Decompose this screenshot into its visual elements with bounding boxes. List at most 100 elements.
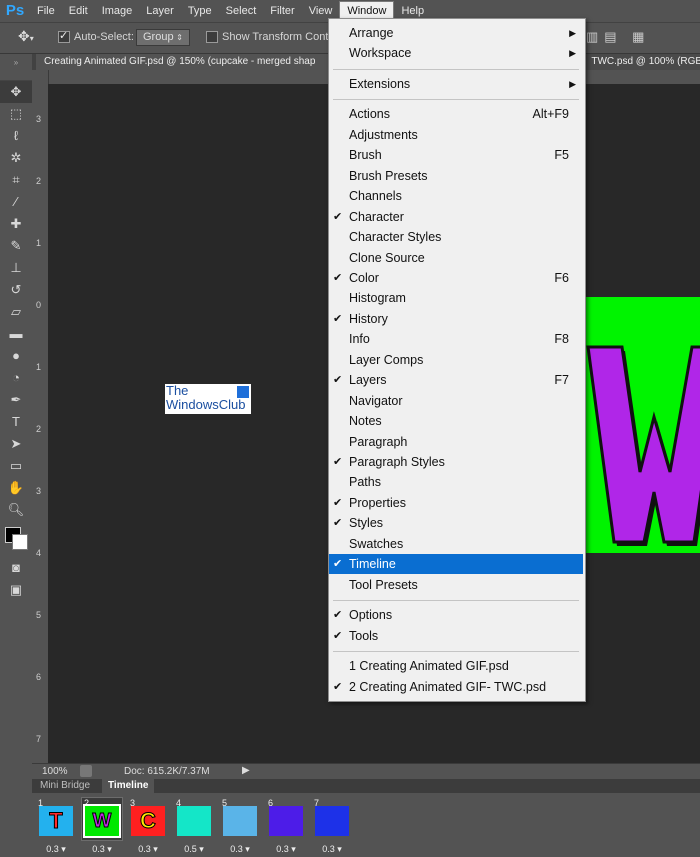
- frame-delay[interactable]: 0.3 ▾: [36, 844, 76, 855]
- clone-stamp-tool-icon[interactable]: ⊥: [0, 257, 32, 279]
- auto-select-dropdown[interactable]: Group ⇕: [136, 29, 190, 46]
- frame-thumbnail: [269, 806, 303, 836]
- window-menu-item-workspace[interactable]: Workspace ▶: [329, 43, 583, 63]
- eraser-tool-icon[interactable]: ▱: [0, 301, 32, 323]
- window-menu-item-swatches[interactable]: Swatches: [329, 534, 583, 554]
- zoom-tool-icon[interactable]: 🔍︎: [0, 499, 32, 521]
- tab-mini-bridge[interactable]: Mini Bridge: [34, 779, 96, 793]
- screen-mode-icon[interactable]: ▣: [0, 579, 32, 601]
- show-transform-checkbox[interactable]: [206, 31, 218, 44]
- pen-tool-icon[interactable]: ✒: [0, 389, 32, 411]
- status-menu-icon[interactable]: [80, 765, 92, 777]
- frame-delay-value: 0.3: [46, 844, 59, 854]
- window-menu-item-options[interactable]: ✔ Options: [329, 605, 583, 625]
- toolbox-collapse-icon[interactable]: »: [0, 54, 32, 81]
- window-menu-item-history[interactable]: ✔ History: [329, 309, 583, 329]
- window-menu-item-extensions[interactable]: Extensions ▶: [329, 74, 583, 94]
- move-tool-preset-icon[interactable]: ✥▾: [18, 28, 34, 45]
- window-menu-item-properties[interactable]: ✔ Properties: [329, 493, 583, 513]
- auto-select-checkbox[interactable]: [58, 29, 70, 44]
- gradient-tool-icon[interactable]: ▬: [0, 323, 32, 345]
- zoom-level[interactable]: 100%: [42, 766, 68, 777]
- status-arrow-icon[interactable]: ▶: [242, 765, 250, 776]
- window-menu-item-arrange[interactable]: Arrange ▶: [329, 23, 583, 43]
- menu-select[interactable]: Select: [219, 0, 264, 22]
- timeline-frame[interactable]: 5 0.3 ▾: [220, 798, 260, 854]
- shape-tool-icon[interactable]: ▭: [0, 455, 32, 477]
- eyedropper-tool-icon[interactable]: ⁄: [0, 191, 32, 213]
- move-tool-icon[interactable]: ✥: [0, 81, 32, 103]
- artwork-letter-w: [582, 297, 700, 553]
- blur-tool-icon[interactable]: ●: [0, 345, 32, 367]
- frame-delay[interactable]: 0.3 ▾: [312, 844, 352, 855]
- background-color-swatch[interactable]: [12, 534, 28, 550]
- healing-brush-tool-icon[interactable]: ✚: [0, 213, 32, 235]
- menu-type[interactable]: Type: [181, 0, 219, 22]
- window-menu-item-paths[interactable]: Paths: [329, 472, 583, 492]
- lasso-tool-icon[interactable]: ℓ: [0, 125, 32, 147]
- timeline-frame[interactable]: 7 0.3 ▾: [312, 798, 352, 854]
- window-menu-item-2-creating-animated-gif-twc-psd[interactable]: ✔ 2 Creating Animated GIF- TWC.psd: [329, 677, 583, 697]
- window-menu-item-character[interactable]: ✔ Character: [329, 207, 583, 227]
- timeline-frame-selected[interactable]: 2 W 0.3 ▾: [81, 797, 123, 854]
- menu-file[interactable]: File: [30, 0, 62, 22]
- submenu-arrow-icon: ▶: [569, 78, 576, 89]
- ruler-label: 2: [36, 176, 42, 186]
- quick-mask-icon[interactable]: ◙: [0, 557, 32, 579]
- window-menu-item-layers[interactable]: ✔ Layers F7: [329, 370, 583, 390]
- menu-layer[interactable]: Layer: [139, 0, 181, 22]
- window-menu-item-navigator[interactable]: Navigator: [329, 391, 583, 411]
- color-swatches[interactable]: [0, 521, 32, 557]
- menu-filter[interactable]: Filter: [263, 0, 301, 22]
- magic-wand-tool-icon[interactable]: ✲: [0, 147, 32, 169]
- window-menu-item-1-creating-animated-gif-psd[interactable]: 1 Creating Animated GIF.psd: [329, 656, 583, 676]
- ruler-label: 5: [36, 610, 42, 620]
- window-menu-item-info[interactable]: Info F8: [329, 329, 583, 349]
- window-menu-item-brush[interactable]: Brush F5: [329, 145, 583, 165]
- frame-delay[interactable]: 0.3 ▾: [128, 844, 168, 855]
- window-menu-item-color[interactable]: ✔ Color F6: [329, 268, 583, 288]
- dodge-tool-icon[interactable]: ◔: [0, 367, 32, 389]
- menu-item-label: Notes: [349, 414, 382, 429]
- marquee-tool-icon[interactable]: ⬚: [0, 103, 32, 125]
- window-menu-item-timeline[interactable]: ✔ Timeline: [329, 554, 583, 575]
- timeline-frame[interactable]: 1 T 0.3 ▾: [36, 798, 76, 854]
- hand-tool-icon[interactable]: ✋: [0, 477, 32, 499]
- menu-item-label: Options: [349, 608, 393, 623]
- window-menu-item-notes[interactable]: Notes: [329, 411, 583, 431]
- window-menu-item-brush-presets[interactable]: Brush Presets: [329, 166, 583, 186]
- window-menu-item-actions[interactable]: Actions Alt+F9: [329, 104, 583, 124]
- window-menu-item-tools[interactable]: ✔ Tools: [329, 626, 583, 646]
- window-menu-item-tool-presets[interactable]: Tool Presets: [329, 575, 583, 595]
- menu-item-label: Brush: [349, 148, 382, 163]
- window-menu-item-styles[interactable]: ✔ Styles: [329, 513, 583, 533]
- menu-image[interactable]: Image: [95, 0, 140, 22]
- window-menu-item-clone-source[interactable]: Clone Source: [329, 248, 583, 268]
- window-menu-item-channels[interactable]: Channels: [329, 186, 583, 206]
- window-menu-item-paragraph-styles[interactable]: ✔ Paragraph Styles: [329, 452, 583, 472]
- window-menu-item-character-styles[interactable]: Character Styles: [329, 227, 583, 247]
- window-menu-item-histogram[interactable]: Histogram: [329, 288, 583, 308]
- type-tool-icon[interactable]: T: [0, 411, 32, 433]
- frame-delay[interactable]: 0.3 ▾: [220, 844, 260, 855]
- document-tab-twc[interactable]: TWC.psd @ 100% (RGB/16: [580, 54, 700, 70]
- window-menu-item-adjustments[interactable]: Adjustments: [329, 125, 583, 145]
- window-menu-item-layer-comps[interactable]: Layer Comps: [329, 350, 583, 370]
- menu-item-label: Layer Comps: [349, 352, 424, 367]
- align-distribute-icons[interactable]: ▥▤ ▦: [586, 29, 650, 45]
- crop-tool-icon[interactable]: ⌗: [0, 169, 32, 191]
- ruler-label: 0: [36, 300, 42, 310]
- path-selection-tool-icon[interactable]: ➤: [0, 433, 32, 455]
- menu-edit[interactable]: Edit: [62, 0, 95, 22]
- frame-delay[interactable]: 0.3 ▾: [266, 844, 306, 855]
- tab-timeline[interactable]: Timeline: [102, 779, 155, 793]
- timeline-frame[interactable]: 4 0.5 ▾: [174, 798, 214, 854]
- history-brush-tool-icon[interactable]: ↺: [0, 279, 32, 301]
- frame-delay[interactable]: 0.5 ▾: [174, 844, 214, 855]
- brush-tool-icon[interactable]: ✎: [0, 235, 32, 257]
- timeline-frame[interactable]: 3 C 0.3 ▾: [128, 798, 168, 854]
- window-menu-item-paragraph[interactable]: Paragraph: [329, 432, 583, 452]
- frame-delay[interactable]: 0.3 ▾: [82, 844, 122, 855]
- timeline-frame[interactable]: 6 0.3 ▾: [266, 798, 306, 854]
- document-tab-active[interactable]: Creating Animated GIF.psd @ 150% (cupcak…: [36, 54, 344, 70]
